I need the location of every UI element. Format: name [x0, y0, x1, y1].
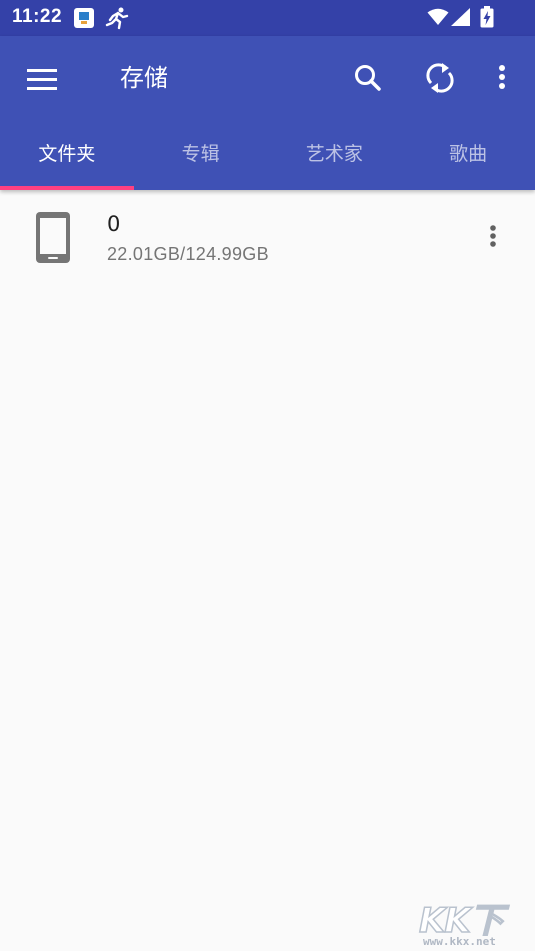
app-bar: 存储 文件夹 专辑 艺术家 歌曲 — [0, 36, 535, 190]
wifi-icon — [427, 8, 449, 30]
tab-albums[interactable]: 专辑 — [134, 132, 268, 190]
status-time: 11:22 — [12, 6, 63, 27]
refresh-button[interactable] — [422, 58, 458, 98]
watermark-url: www.kkx.net — [423, 935, 496, 948]
cell-signal-icon — [451, 8, 471, 30]
page-title: 存储 — [120, 64, 168, 92]
storage-size: 22.01GB/124.99GB — [107, 244, 269, 264]
tab-artists[interactable]: 艺术家 — [268, 132, 402, 190]
watermark: KK下载 www.kkx.net — [415, 893, 535, 951]
storage-list-item[interactable]: 0 22.01GB/124.99GB — [0, 190, 535, 286]
more-vert-icon — [490, 225, 496, 247]
screen: 11:22 存储 文件夹 专辑 艺术家 歌曲 0 22.01GB/124.99G… — [0, 0, 535, 951]
app-notification-icon — [74, 8, 94, 28]
search-button[interactable] — [350, 58, 386, 98]
tab-songs[interactable]: 歌曲 — [401, 132, 535, 190]
menu-icon — [27, 69, 57, 90]
phone-icon — [34, 210, 72, 270]
more-vert-icon — [499, 65, 505, 89]
tab-bar: 文件夹 专辑 艺术家 歌曲 — [0, 132, 535, 190]
battery-charging-icon — [480, 6, 494, 32]
storage-more-button[interactable] — [480, 220, 506, 256]
more-options-button[interactable] — [488, 58, 516, 98]
storage-name: 0 — [107, 212, 121, 236]
running-icon — [104, 6, 130, 34]
status-bar: 11:22 — [0, 0, 535, 36]
refresh-icon — [426, 63, 454, 93]
search-icon — [355, 65, 381, 91]
menu-button[interactable] — [22, 60, 62, 100]
tab-folders[interactable]: 文件夹 — [0, 132, 134, 190]
